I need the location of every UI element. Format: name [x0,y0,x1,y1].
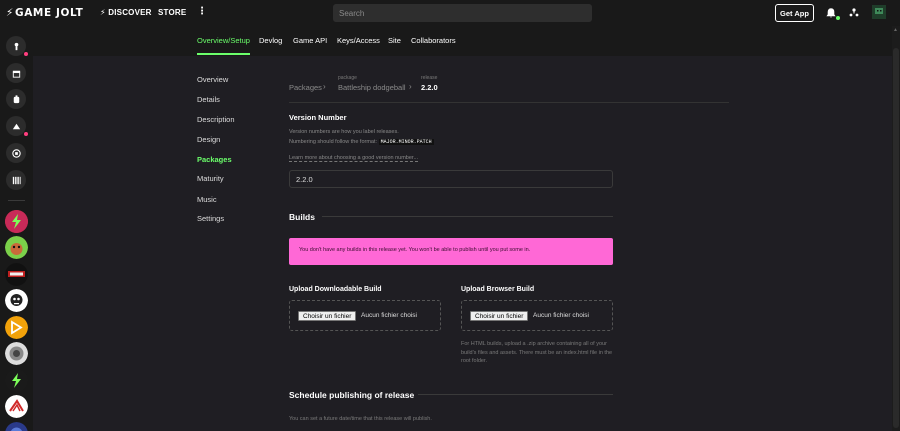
menu-details[interactable]: Details [197,95,220,104]
bolt-icon: ⚡ [100,8,106,17]
breadcrumb-release-label: release [421,75,438,81]
schedule-divider [418,394,613,395]
game-tabs [33,26,892,56]
library-icon[interactable] [6,170,26,190]
chevron-right-icon: › [323,82,326,91]
community-icon[interactable] [5,422,28,431]
builds-divider [322,216,613,217]
community-icon[interactable] [5,210,28,233]
get-app-button[interactable]: Get App [775,4,814,22]
tab-devlog[interactable]: Devlog [259,36,282,45]
version-number-input[interactable] [289,170,613,188]
home-icon[interactable] [6,36,26,56]
community-icon[interactable] [5,342,28,365]
menu-maturity[interactable]: Maturity [197,174,224,183]
community-icon[interactable] [5,369,28,392]
browser-build-title: Upload Browser Build [461,286,535,293]
more-menu-icon[interactable]: ⋮ [197,6,207,17]
browser-build-help: For HTML builds, upload a .zip archive c… [461,341,613,364]
version-help-line1: Version numbers are how you label releas… [289,129,399,135]
community-icon[interactable] [5,236,28,259]
learn-more-link[interactable]: Learn more about choosing a good version… [289,155,419,162]
community-icon[interactable] [5,316,28,339]
sidebar-divider [8,200,25,201]
notify-dot [24,132,28,136]
notify-dot [24,52,28,56]
version-help-line2: Numbering should follow the format: MAJO… [289,139,434,145]
downloadable-choose-file-button[interactable]: Choisir un fichier [298,311,357,321]
tab-collaborators[interactable]: Collaborators [411,36,456,45]
user-avatar[interactable] [872,5,886,19]
tab-keys-access[interactable]: Keys/Access [337,36,380,45]
browser-no-file-text: Aucun fichier choisi [533,312,589,319]
search-input[interactable] [333,4,592,22]
community-icon[interactable] [5,289,28,312]
active-tab-indicator [197,53,250,55]
left-sidebar [0,26,33,431]
breadcrumb-package-label: package [338,75,357,81]
schedule-help: You can set a future date/time that this… [289,416,432,422]
gamejolt-logo[interactable]: ⚡GAME JOLT [6,7,83,19]
builds-title: Builds [289,212,315,222]
downloadable-no-file-text: Aucun fichier choisi [361,312,417,319]
backpack-icon[interactable] [6,89,26,109]
nav-store[interactable]: STORE [158,8,186,17]
menu-packages[interactable]: Packages [197,155,232,164]
tab-overview-setup[interactable]: Overview/Setup [197,36,250,45]
schedule-title: Schedule publishing of release [289,390,415,400]
menu-overview[interactable]: Overview [197,75,228,84]
browser-choose-file-button[interactable]: Choisir un fichier [470,311,529,321]
top-nav: ⚡GAME JOLT ⚡ DISCOVER STORE ⋮ Get App [0,0,900,26]
version-format-code: MAJOR.MINOR.PATCH [378,139,434,145]
community-icon[interactable] [5,263,28,286]
menu-description[interactable]: Description [197,115,235,124]
friends-icon[interactable] [848,7,860,19]
menu-design[interactable]: Design [197,135,220,144]
downloadable-build-title: Upload Downloadable Build [289,286,382,293]
menu-music[interactable]: Music [197,195,217,204]
dashboard-icon[interactable] [6,116,26,136]
menu-settings[interactable]: Settings [197,214,224,223]
tab-site[interactable]: Site [388,36,401,45]
tab-game-api[interactable]: Game API [293,36,327,45]
breadcrumb-packages[interactable]: Packages [289,83,322,92]
nav-discover[interactable]: ⚡ DISCOVER [100,8,152,17]
scrollbar-thumb[interactable] [893,48,899,428]
chat-icon[interactable] [6,143,26,163]
no-builds-alert: You don't have any builds in this releas… [289,238,613,265]
notification-dot [836,16,840,20]
community-icon[interactable] [5,395,28,418]
breadcrumb-divider [289,102,729,103]
breadcrumb-package[interactable]: Battleship dodgeball [338,83,406,92]
scroll-up-arrow-icon[interactable]: ▲ [893,27,898,33]
version-number-title: Version Number [289,113,347,122]
chevron-right-icon: › [409,82,412,91]
breadcrumb-release: 2.2.0 [421,83,438,92]
store-icon[interactable] [6,63,26,83]
